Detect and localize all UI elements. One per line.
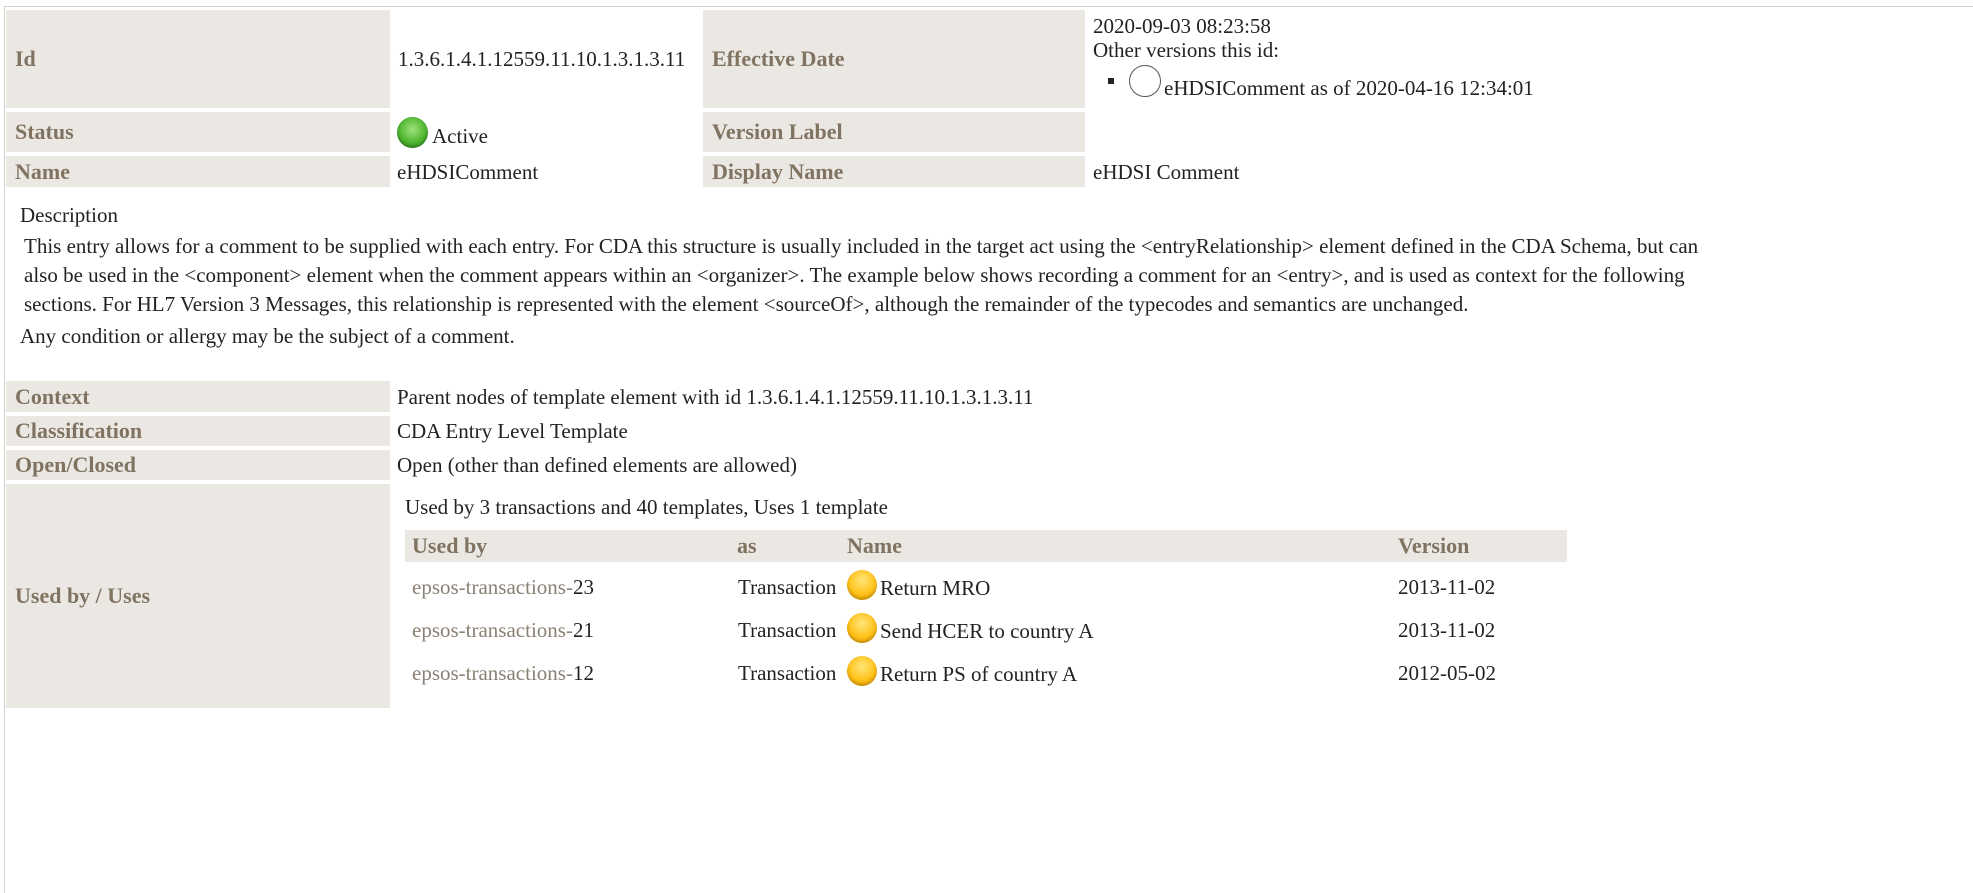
display-name-label: Display Name [703, 156, 1085, 187]
usage-name[interactable]: Send HCER to country A [847, 613, 1094, 643]
other-version-label: eHDSIComment as of 2020-04-16 12:34:01 [1164, 75, 1534, 100]
used-by-link[interactable]: epsos-transactions-23 [412, 575, 594, 600]
open-closed-value: Open (other than defined elements are al… [397, 453, 797, 477]
description-text: This entry allows for a comment to be su… [24, 232, 1954, 319]
usage-summary: Used by 3 transactions and 40 templates,… [405, 495, 888, 519]
status-value: Active [397, 117, 488, 148]
usage-version: 2012-05-02 [1398, 661, 1496, 685]
other-versions-label: Other versions this id: [1093, 38, 1280, 62]
usage-as: Transaction [738, 575, 837, 599]
usage-name[interactable]: Return PS of country A [847, 656, 1077, 686]
used-by-prefix: epsos-transactions- [412, 575, 573, 599]
name-value: eHDSIComment [397, 160, 539, 184]
col-header-version: Version [1391, 530, 1567, 562]
usage-name-text: Send HCER to country A [880, 618, 1094, 643]
used-by-number: 23 [572, 575, 594, 599]
usage-version: 2013-11-02 [1398, 575, 1496, 599]
usage-name-text: Return PS of country A [880, 661, 1078, 686]
status-draft-icon [847, 613, 877, 643]
version-label-label: Version Label [703, 112, 1085, 152]
id-label: Id [6, 10, 390, 108]
classification-label: Classification [6, 416, 390, 446]
used-by-link[interactable]: epsos-transactions-21 [412, 618, 594, 643]
id-value: 1.3.6.1.4.1.12559.11.10.1.3.1.3.11 [398, 46, 686, 71]
context-label: Context [6, 381, 390, 412]
usage-as: Transaction [738, 618, 837, 642]
used-by-uses-label: Used by / Uses [6, 484, 390, 708]
status-draft-icon [847, 570, 877, 600]
description-line: sections. For HL7 Version 3 Messages, th… [24, 292, 1469, 316]
description-heading: Description [20, 203, 118, 227]
used-by-prefix: epsos-transactions- [412, 618, 573, 642]
status-text: Active [432, 124, 488, 149]
open-closed-label: Open/Closed [6, 450, 390, 480]
usage-version: 2013-11-02 [1398, 618, 1496, 642]
effective-date-label: Effective Date [703, 10, 1085, 108]
status-draft-icon [847, 656, 877, 686]
context-value: Parent nodes of template element with id… [397, 385, 1034, 409]
col-header-name: Name [840, 530, 1391, 562]
description-line: also be used in the <component> element … [24, 263, 1685, 287]
description-line: This entry allows for a comment to be su… [24, 234, 1699, 258]
col-header-used-by: Used by [405, 530, 730, 562]
description-paragraph: Any condition or allergy may be the subj… [20, 324, 515, 348]
usage-as: Transaction [738, 661, 837, 685]
effective-date-value: 2020-09-03 08:23:58 [1093, 14, 1271, 38]
usage-name-text: Return MRO [880, 575, 991, 600]
other-version-item[interactable]: eHDSIComment as of 2020-04-16 12:34:01 [1108, 65, 1534, 100]
used-by-link[interactable]: epsos-transactions-12 [412, 661, 594, 686]
col-header-as: as [730, 530, 840, 562]
status-circle-empty-icon [1129, 65, 1161, 97]
display-name-value: eHDSI Comment [1093, 160, 1240, 184]
bullet-icon [1108, 78, 1114, 84]
classification-value: CDA Entry Level Template [397, 419, 628, 443]
name-label: Name [6, 156, 390, 187]
used-by-number: 12 [572, 661, 594, 685]
usage-name[interactable]: Return MRO [847, 570, 990, 600]
status-active-icon [397, 117, 428, 148]
status-label: Status [6, 112, 390, 152]
used-by-prefix: epsos-transactions- [412, 661, 573, 685]
used-by-number: 21 [572, 618, 594, 642]
